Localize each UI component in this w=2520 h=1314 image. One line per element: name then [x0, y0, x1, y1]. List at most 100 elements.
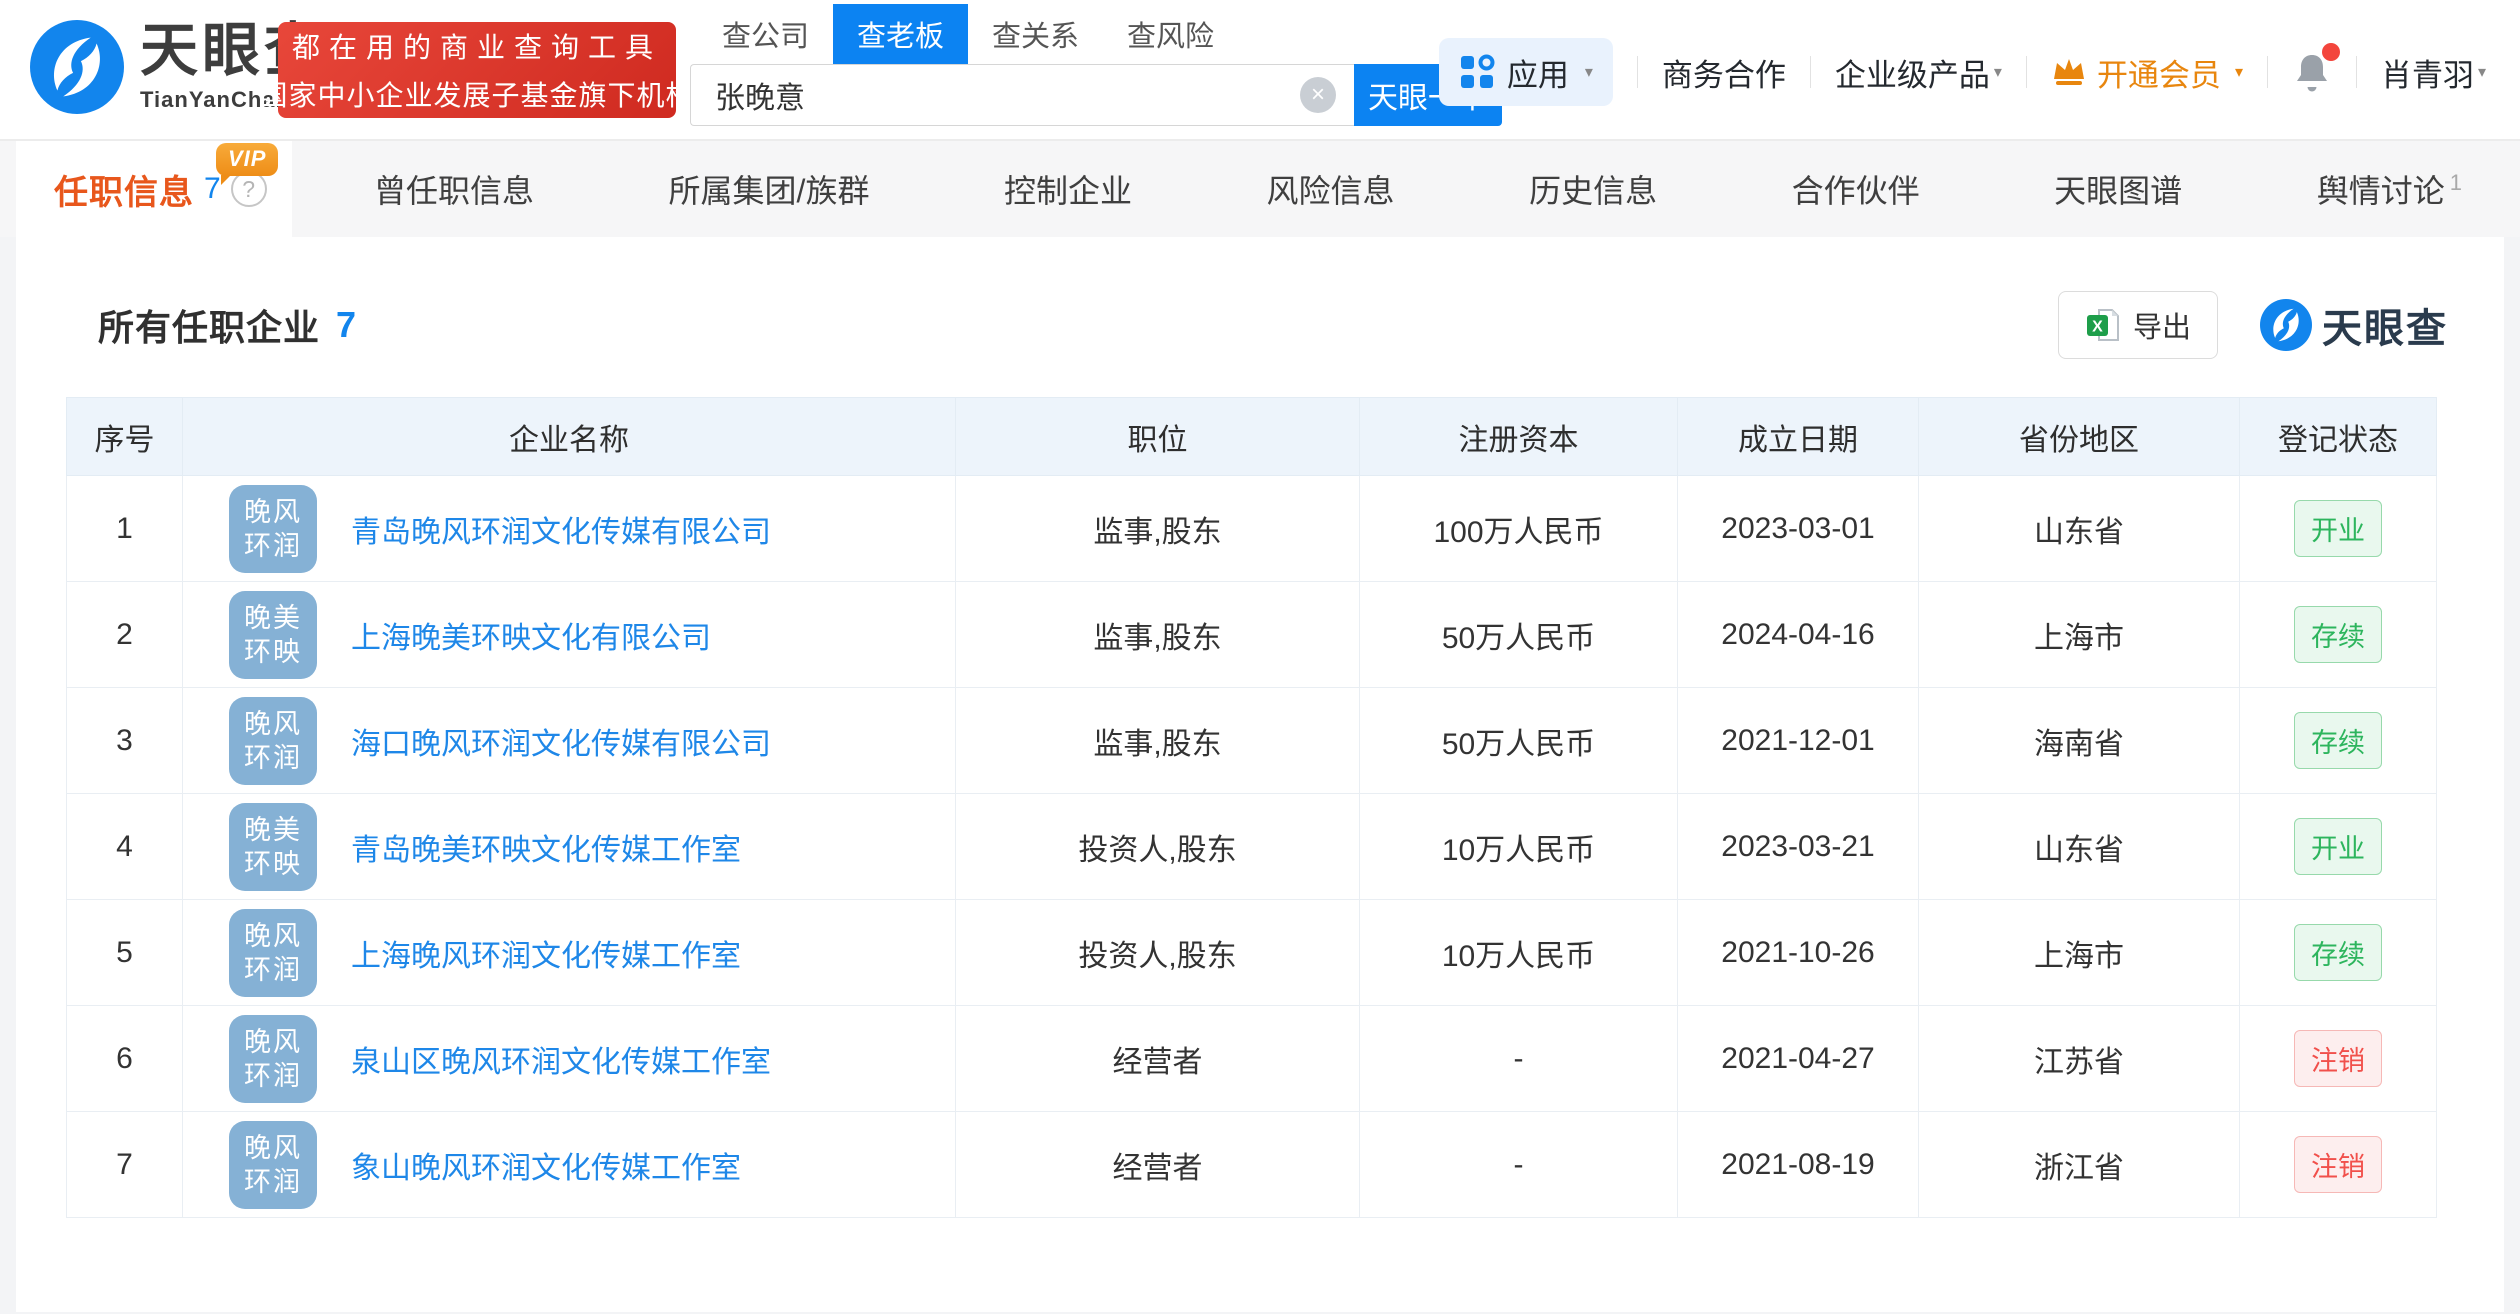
nav-business-cooperation[interactable]: 商务合作: [1662, 50, 1786, 95]
tianyancha-swirl-icon: [30, 20, 124, 114]
date-cell: 2023-03-21: [1677, 793, 1919, 900]
capital-cell: 50万人民币: [1359, 687, 1678, 794]
tab-count-superscript: 1: [2449, 170, 2462, 195]
notification-dot: [2321, 43, 2340, 61]
company-logo-badge: 晚风 环润: [229, 908, 317, 997]
company-link[interactable]: 青岛晚美环映文化传媒工作室: [351, 825, 741, 869]
company-link[interactable]: 泉山区晚风环润文化传媒工作室: [351, 1037, 771, 1081]
province-cell: 江苏省: [1918, 1005, 2240, 1112]
divider: [2355, 56, 2357, 88]
status-badge: 注销: [2294, 1136, 2382, 1193]
tab-controlled-companies[interactable]: 控制企业: [1004, 166, 1132, 212]
date-cell: 2021-04-27: [1677, 1005, 1919, 1112]
banner-line1: 都在用的商业查询工具: [291, 32, 662, 63]
date-cell: 2021-10-26: [1677, 899, 1919, 1006]
table-row: 4 晚美 环映 青岛晚美环映文化传媒工作室 投资人,股东 10万人民币 2023-…: [66, 793, 2437, 900]
search-tab-risk[interactable]: 查风险: [1103, 4, 1238, 64]
crown-icon: [2053, 59, 2084, 85]
company-logo-badge: 晚风 环润: [229, 1014, 317, 1103]
tab-partners[interactable]: 合作伙伴: [1792, 166, 1920, 212]
status-badge: 存续: [2294, 712, 2382, 769]
svg-text:X: X: [2092, 319, 2103, 336]
capital-cell: 50万人民币: [1359, 581, 1678, 688]
user-menu[interactable]: 肖青羽 ▾: [2381, 50, 2486, 95]
position-cell: 经营者: [955, 1005, 1360, 1112]
col-header-company: 企业名称: [182, 397, 956, 476]
col-header-capital: 注册资本: [1359, 397, 1678, 476]
watermark-text: 天眼查: [2322, 307, 2448, 351]
col-header-index: 序号: [66, 397, 183, 476]
other-tabs: 曾任职信息 所属集团/族群 控制企业 风险信息 历史信息 合作伙伴 天眼图谱 舆…: [292, 141, 2520, 237]
tab-history-info[interactable]: 历史信息: [1529, 166, 1657, 212]
divider: [1809, 56, 1811, 88]
search-input[interactable]: [690, 64, 1354, 126]
company-logo-badge: 晚风 环润: [229, 484, 317, 573]
position-cell: 监事,股东: [955, 581, 1360, 688]
profile-tabbar: 任职信息 7 ? VIP 曾任职信息 所属集团/族群 控制企业 风险信息 历史信…: [0, 141, 2520, 237]
col-header-date: 成立日期: [1677, 397, 1919, 476]
province-cell: 山东省: [1918, 475, 2240, 582]
company-link[interactable]: 海口晚风环润文化传媒有限公司: [351, 719, 771, 763]
search-row: × 天眼一下: [690, 64, 1502, 126]
province-cell: 山东省: [1918, 793, 2240, 900]
section-title: 所有任职企业: [98, 307, 321, 348]
chevron-down-icon: ▾: [1993, 64, 2002, 81]
tab-public-opinion[interactable]: 舆情讨论 1: [2317, 166, 2462, 212]
capital-cell: 10万人民币: [1359, 899, 1678, 1006]
date-cell: 2024-04-16: [1677, 581, 1919, 688]
table-row: 5 晚风 环润 上海晚风环润文化传媒工作室 投资人,股东 10万人民币 2021-…: [66, 899, 2437, 1006]
tab-risk-info[interactable]: 风险信息: [1267, 166, 1395, 212]
clear-search-icon[interactable]: ×: [1300, 77, 1336, 113]
tab-group-cluster[interactable]: 所属集团/族群: [669, 166, 870, 212]
tab-graph[interactable]: 天眼图谱: [2054, 166, 2182, 212]
company-link[interactable]: 青岛晚风环润文化传媒有限公司: [351, 507, 771, 551]
banner-line2: 国家中小企业发展子基金旗下机构: [259, 80, 695, 111]
apps-grid-icon: [1460, 54, 1495, 88]
company-logo-badge: 晚美 环映: [229, 590, 317, 679]
row-index: 7: [66, 1111, 183, 1218]
site-header: 天眼查 TianYanCha.com 都在用的商业查询工具 国家中小企业发展子基…: [0, 0, 2520, 141]
search-tabs: 查公司 查老板 查关系 查风险: [690, 4, 1502, 64]
search-tab-relation[interactable]: 查关系: [968, 4, 1103, 64]
active-tab-count: 7: [204, 172, 221, 205]
content-card: 所有任职企业 7 X 导出 天眼查 序号 企业名称 职位 注册资本 成立日期 省…: [16, 237, 2504, 1312]
position-cell: 监事,股东: [955, 687, 1360, 794]
username: 肖青羽: [2380, 57, 2474, 93]
nav-enterprise-products[interactable]: 企业级产品 ▾: [1835, 50, 2002, 95]
date-cell: 2021-12-01: [1677, 687, 1919, 794]
row-index: 5: [66, 899, 183, 1006]
notifications-bell[interactable]: [2292, 43, 2340, 93]
company-link[interactable]: 上海晚美环映文化有限公司: [351, 613, 711, 657]
search-tab-company[interactable]: 查公司: [698, 4, 833, 64]
capital-cell: 100万人民币: [1359, 475, 1678, 582]
status-badge: 存续: [2294, 606, 2382, 663]
col-header-position: 职位: [955, 397, 1360, 476]
divider: [1636, 56, 1638, 88]
open-vip-button[interactable]: 开通会员 ▾: [2051, 50, 2243, 95]
section-count: 7: [336, 304, 357, 345]
position-cell: 经营者: [955, 1111, 1360, 1218]
employment-table: 序号 企业名称 职位 注册资本 成立日期 省份地区 登记状态 1 晚风 环润 青岛…: [66, 397, 2437, 1218]
section-actions: X 导出 天眼查: [2057, 291, 2448, 359]
tab-past-employment[interactable]: 曾任职信息: [374, 166, 534, 212]
position-cell: 监事,股东: [955, 475, 1360, 582]
company-link[interactable]: 象山晚风环润文化传媒工作室: [351, 1143, 741, 1187]
status-badge: 开业: [2294, 500, 2382, 557]
row-index: 1: [66, 475, 183, 582]
help-icon[interactable]: ?: [230, 171, 267, 207]
date-cell: 2021-08-19: [1677, 1111, 1919, 1218]
position-cell: 投资人,股东: [955, 899, 1360, 1006]
promo-banner: 都在用的商业查询工具 国家中小企业发展子基金旗下机构: [260, 22, 694, 118]
row-index: 2: [66, 581, 183, 688]
capital-cell: -: [1359, 1005, 1678, 1112]
apps-menu[interactable]: 应用 ▾: [1438, 38, 1613, 106]
apps-label: 应用: [1506, 57, 1569, 93]
search-tab-boss[interactable]: 查老板: [833, 4, 969, 64]
company-link[interactable]: 上海晚风环润文化传媒工作室: [351, 931, 741, 975]
chevron-down-icon: ▾: [2234, 64, 2243, 81]
search-area: 查公司 查老板 查关系 查风险 × 天眼一下: [690, 4, 1502, 126]
row-index: 4: [66, 793, 183, 900]
chevron-down-icon: ▾: [1584, 64, 1593, 81]
tab-employment-info-active[interactable]: 任职信息 7 ? VIP: [16, 141, 292, 237]
export-button[interactable]: X 导出: [2057, 291, 2218, 359]
